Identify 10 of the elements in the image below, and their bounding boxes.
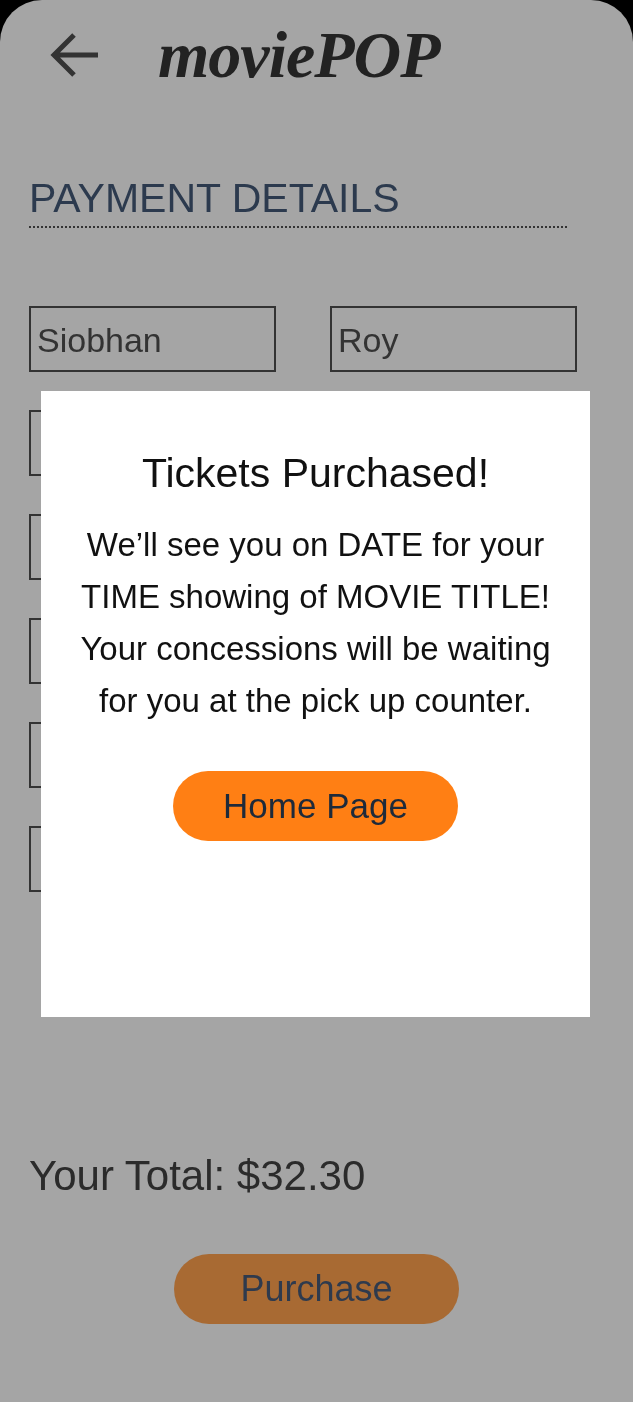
home-page-button[interactable]: Home Page [173,771,458,841]
logo: moviePOP [158,17,440,93]
dialog-message: We’ll see you on DATE for your TIME showing of MOVIE TITLE! Your concessions will be waiting for you at the pick up counter. [79,525,552,721]
input-field[interactable]: Siobhan [29,306,276,372]
input-field[interactable]: Roy [330,306,577,372]
back-arrow-icon[interactable] [50,32,100,78]
purchase-button[interactable]: Purchase [174,1254,459,1324]
section-title: PAYMENT DETAILS [29,174,567,228]
total-text: Your Total: $32.30 [29,1152,367,1200]
dialog-title: Tickets Purchased! [141,449,490,498]
